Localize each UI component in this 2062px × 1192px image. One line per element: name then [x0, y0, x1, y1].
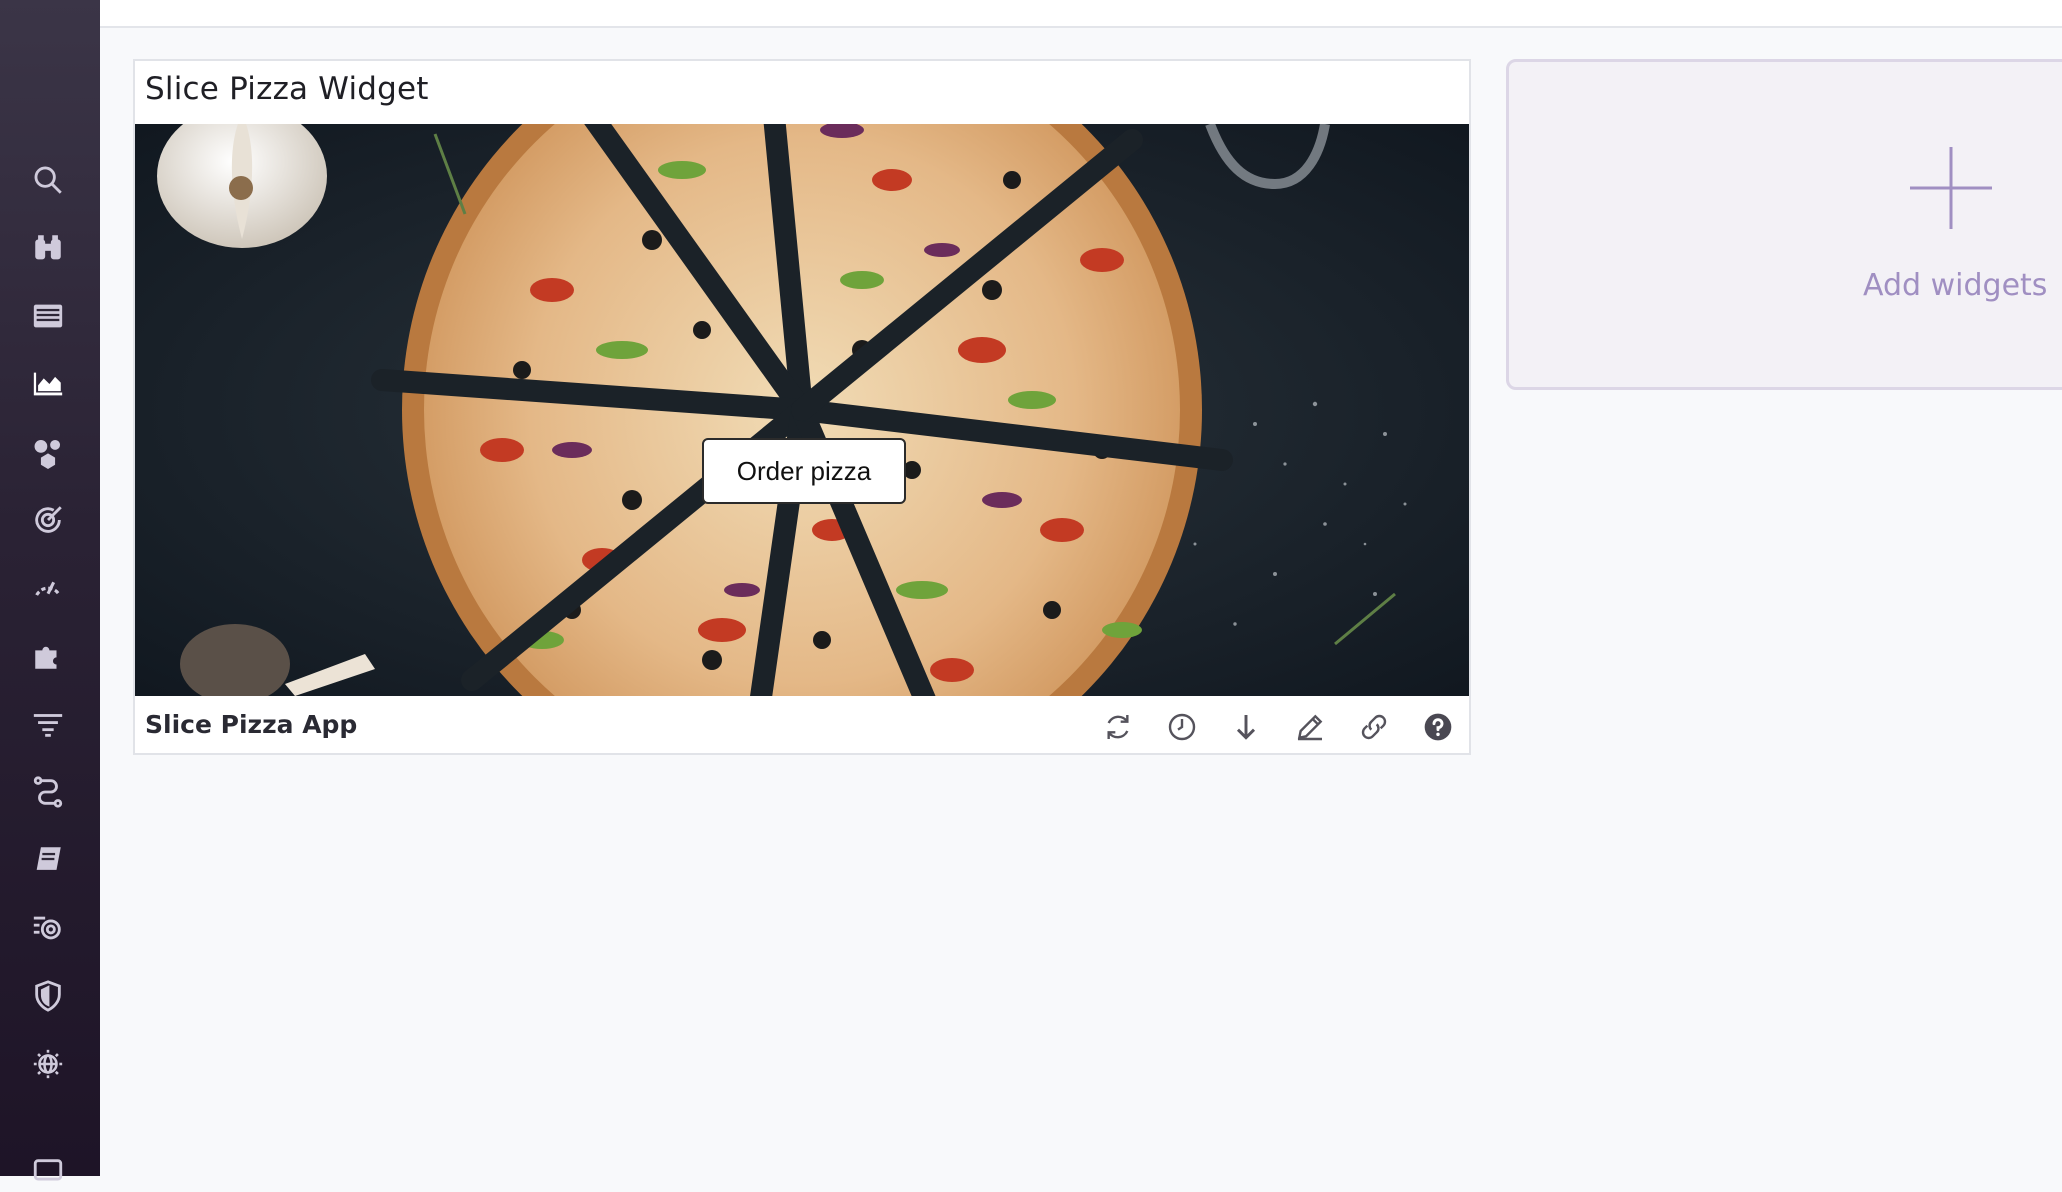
- top-bar: [100, 0, 2062, 28]
- dashboard-chart-icon[interactable]: [28, 364, 68, 404]
- link-icon[interactable]: [1355, 708, 1393, 746]
- notebook-icon[interactable]: [28, 840, 68, 880]
- widget-footer: Slice Pizza App: [135, 696, 1469, 753]
- security-shield-icon[interactable]: [28, 976, 68, 1016]
- synthetics-globe-icon[interactable]: [28, 1044, 68, 1084]
- help-icon[interactable]: [1419, 708, 1457, 746]
- add-widgets-label: Add widgets: [1863, 268, 2048, 303]
- slice-pizza-widget: Slice Pizza Widget Order pizza Slice Piz…: [133, 59, 1471, 755]
- refresh-icon[interactable]: [1099, 708, 1137, 746]
- pizza-illustration: [135, 124, 1469, 696]
- list-icon[interactable]: [28, 296, 68, 336]
- order-pizza-button[interactable]: Order pizza: [702, 438, 906, 504]
- apm-trace-icon[interactable]: [28, 772, 68, 812]
- chat-icon[interactable]: [28, 1152, 68, 1192]
- add-widgets-card[interactable]: Add widgets: [1506, 59, 2062, 390]
- pizza-image: Order pizza: [135, 124, 1469, 696]
- search-icon[interactable]: [28, 160, 68, 200]
- widget-title: Slice Pizza Widget: [145, 71, 429, 107]
- widget-actions: [1099, 708, 1457, 746]
- download-icon[interactable]: [1227, 708, 1265, 746]
- clock-icon[interactable]: [1163, 708, 1201, 746]
- left-nav-sidebar: [0, 0, 100, 1181]
- edit-pencil-icon[interactable]: [1291, 708, 1329, 746]
- gauge-icon[interactable]: [28, 568, 68, 608]
- logs-filter-icon[interactable]: [28, 704, 68, 744]
- plus-icon: [1910, 147, 1992, 229]
- binoculars-icon[interactable]: [28, 228, 68, 268]
- infrastructure-icon[interactable]: [28, 432, 68, 472]
- watchdog-icon[interactable]: [28, 908, 68, 948]
- app-name: Slice Pizza App: [145, 710, 358, 739]
- integrations-puzzle-icon[interactable]: [28, 636, 68, 676]
- monitors-icon[interactable]: [28, 500, 68, 540]
